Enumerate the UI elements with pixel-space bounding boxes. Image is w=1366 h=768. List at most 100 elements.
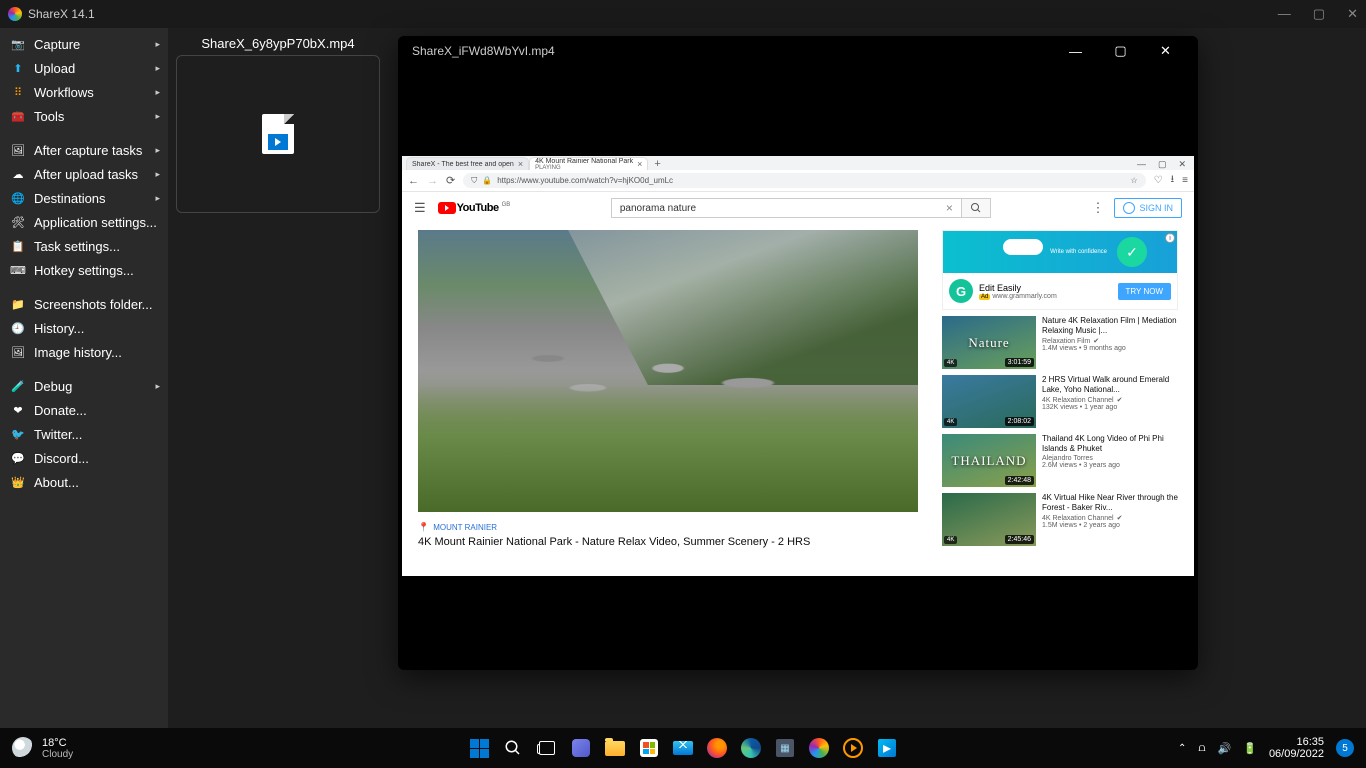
explorer-icon[interactable] (601, 734, 629, 762)
grammarly-icon: G (949, 279, 973, 303)
store-icon[interactable] (635, 734, 663, 762)
url-bar[interactable]: ⛉ 🔒 https://www.youtube.com/watch?v=hjKO… (463, 173, 1145, 188)
ad-cta-button[interactable]: TRY NOW (1118, 283, 1171, 300)
menu-item-upload[interactable]: ⬆Upload▸ (0, 56, 168, 80)
menu-icon: ⬆ (10, 61, 26, 75)
ad-card[interactable]: Write with confidence ✓ i G Edit Easily … (942, 230, 1178, 310)
recommendation-item[interactable]: Nature 4K 3:01:59 Nature 4K Relaxation F… (942, 316, 1178, 369)
sharex-taskbar-icon[interactable] (805, 734, 833, 762)
browser-min-icon[interactable]: — (1137, 159, 1146, 170)
menu-icon: ⠿ (10, 85, 26, 99)
video-player[interactable]: SUBSCRIBE (418, 230, 918, 512)
menu-item-tools[interactable]: 🧰Tools▸ (0, 104, 168, 128)
menu-item-screenshots-folder-[interactable]: 📁Screenshots folder... (0, 292, 168, 316)
menu-item-after-capture-tasks[interactable]: 🖼After capture tasks▸ (0, 138, 168, 162)
search-button[interactable] (961, 198, 991, 218)
media-player-taskbar-icon[interactable] (839, 734, 867, 762)
browser-tab-active[interactable]: 4K Mount Rainier National Park PLAYING × (529, 157, 648, 170)
menu-item-history-[interactable]: 🕘History... (0, 316, 168, 340)
task-view-icon[interactable] (533, 734, 561, 762)
start-button[interactable] (465, 734, 493, 762)
mail-icon[interactable] (669, 734, 697, 762)
rec-meta: 2.6M views • 3 years ago (1042, 462, 1178, 469)
ad-info-icon[interactable]: i (1165, 233, 1175, 243)
menu-item-debug[interactable]: 🧪Debug▸ (0, 374, 168, 398)
minimize-button[interactable]: — (1278, 6, 1291, 22)
menu-item-donate-[interactable]: ❤Donate... (0, 398, 168, 422)
tab-close-icon[interactable]: × (637, 159, 642, 169)
battery-icon[interactable]: 🔋 (1243, 742, 1257, 755)
menu-item-image-history-[interactable]: 🖼Image history... (0, 340, 168, 364)
hamburger-icon[interactable]: ☰ (414, 200, 426, 216)
taskbar-search-icon[interactable] (499, 734, 527, 762)
menu-icon: 🖼 (10, 345, 26, 359)
subscribe-overlay-icon (886, 486, 910, 504)
new-tab-button[interactable]: + (648, 158, 666, 170)
rec-channel: Alejandro Torres (1042, 455, 1178, 462)
menu-item-about-[interactable]: 👑About... (0, 470, 168, 494)
search-input[interactable]: panorama nature × (611, 198, 961, 218)
more-icon[interactable]: ⋮ (1091, 200, 1104, 216)
tab-close-icon[interactable]: × (518, 159, 523, 169)
rec-channel: 4K Relaxation Channel✔ (1042, 396, 1178, 404)
menu-icon: 📋 (10, 239, 26, 253)
browser-tab[interactable]: ShareX - The best free and open × (406, 157, 529, 170)
menu-item-discord-[interactable]: 💬Discord... (0, 446, 168, 470)
menu-icon: 💬 (10, 451, 26, 465)
menu-item-hotkey-settings-[interactable]: ⌨Hotkey settings... (0, 258, 168, 282)
video-app-icon[interactable]: ▸ (873, 734, 901, 762)
edge-icon[interactable] (737, 734, 765, 762)
chevron-right-icon: ▸ (155, 87, 160, 98)
menu-item-twitter-[interactable]: 🐦Twitter... (0, 422, 168, 446)
sign-in-button[interactable]: SIGN IN (1114, 198, 1182, 218)
browser-close-icon[interactable]: ✕ (1178, 159, 1186, 170)
maximize-button[interactable]: ▢ (1313, 6, 1325, 22)
reload-button[interactable]: ⟳ (446, 174, 455, 187)
menu-icon: 👑 (10, 475, 26, 489)
player-close-button[interactable]: ✕ (1143, 37, 1188, 65)
menu-icon: 🧰 (10, 109, 26, 123)
chevron-right-icon: ▸ (155, 111, 160, 122)
player-maximize-button[interactable]: ▢ (1098, 37, 1143, 65)
tray-expand-icon[interactable]: ⌃ (1178, 743, 1186, 754)
video-location-tag[interactable]: 📍 MOUNT RAINIER (418, 522, 928, 533)
menu-item-destinations[interactable]: 🌐Destinations▸ (0, 186, 168, 210)
youtube-logo[interactable]: YouTube GB (438, 202, 511, 214)
recommendation-item[interactable]: THAILAND 2:42:48 Thailand 4K Long Video … (942, 434, 1178, 487)
video-editor-icon[interactable]: ▦ (771, 734, 799, 762)
browser-max-icon[interactable]: ▢ (1158, 159, 1167, 170)
rec-title: 4K Virtual Hike Near River through the F… (1042, 493, 1178, 512)
chevron-right-icon: ▸ (155, 39, 160, 50)
bookmark-star-icon[interactable]: ☆ (1131, 176, 1138, 185)
menu-icon: 🐦 (10, 427, 26, 441)
menu-icon[interactable]: ≡ (1182, 175, 1188, 186)
weather-widget[interactable]: 18°C Cloudy (12, 737, 73, 760)
player-minimize-button[interactable]: — (1053, 37, 1098, 65)
clock[interactable]: 16:35 06/09/2022 (1269, 736, 1324, 760)
firefox-icon[interactable] (703, 734, 731, 762)
menu-icon: 🖼 (10, 143, 26, 157)
close-button[interactable]: ✕ (1347, 6, 1358, 22)
forward-button[interactable]: → (427, 175, 438, 187)
menu-item-capture[interactable]: 📷Capture▸ (0, 32, 168, 56)
wifi-icon[interactable]: ⩍ (1198, 742, 1205, 755)
menu-item-application-settings-[interactable]: 🛠Application settings... (0, 210, 168, 234)
history-thumbnail[interactable] (176, 55, 380, 213)
video-file-icon (262, 114, 294, 154)
clear-search-icon[interactable]: × (946, 201, 953, 215)
menu-item-after-upload-tasks[interactable]: ☁After upload tasks▸ (0, 162, 168, 186)
history-item[interactable]: ShareX_6y8ypP70bX.mp4 (176, 32, 380, 213)
back-button[interactable]: ← (408, 175, 419, 187)
chat-icon[interactable] (567, 734, 595, 762)
notification-badge[interactable]: 5 (1336, 739, 1354, 757)
rec-title: Nature 4K Relaxation Film | Mediation Re… (1042, 316, 1178, 335)
menu-item-task-settings-[interactable]: 📋Task settings... (0, 234, 168, 258)
downloads-icon[interactable]: ⭳ (1171, 172, 1175, 189)
menu-item-workflows[interactable]: ⠿Workflows▸ (0, 80, 168, 104)
chevron-right-icon: ▸ (155, 63, 160, 74)
recommendation-item[interactable]: 4K 2:45:46 4K Virtual Hike Near River th… (942, 493, 1178, 546)
browser-address-bar: ← → ⟳ ⛉ 🔒 https://www.youtube.com/watch?… (402, 170, 1194, 192)
pocket-icon[interactable]: ♡ (1154, 175, 1163, 186)
recommendation-item[interactable]: 4K 2:08:02 2 HRS Virtual Walk around Eme… (942, 375, 1178, 428)
volume-icon[interactable]: 🔊 (1218, 742, 1232, 755)
